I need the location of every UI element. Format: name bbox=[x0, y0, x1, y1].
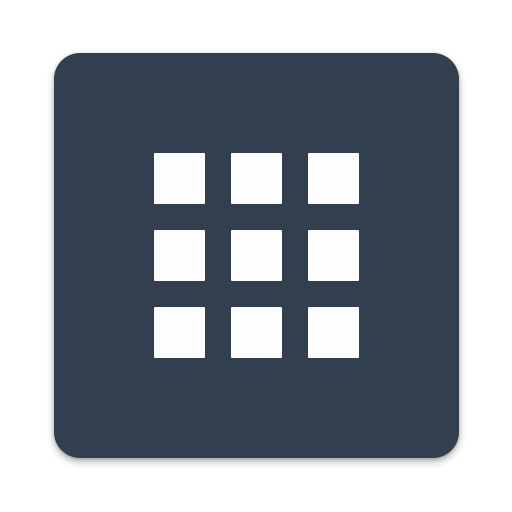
grid-cell-icon bbox=[308, 230, 359, 281]
grid-cell-icon bbox=[231, 307, 282, 358]
grid-cell-icon bbox=[231, 230, 282, 281]
app-icon-canvas bbox=[0, 0, 512, 512]
grid-cell-icon bbox=[154, 153, 205, 204]
grid-cell-icon bbox=[308, 153, 359, 204]
grid-cell-icon bbox=[154, 307, 205, 358]
grid-cell-icon bbox=[154, 230, 205, 281]
app-launcher-icon[interactable] bbox=[54, 53, 459, 458]
grid-cell-icon bbox=[308, 307, 359, 358]
grid-cell-icon bbox=[231, 153, 282, 204]
apps-grid-icon bbox=[154, 153, 359, 358]
